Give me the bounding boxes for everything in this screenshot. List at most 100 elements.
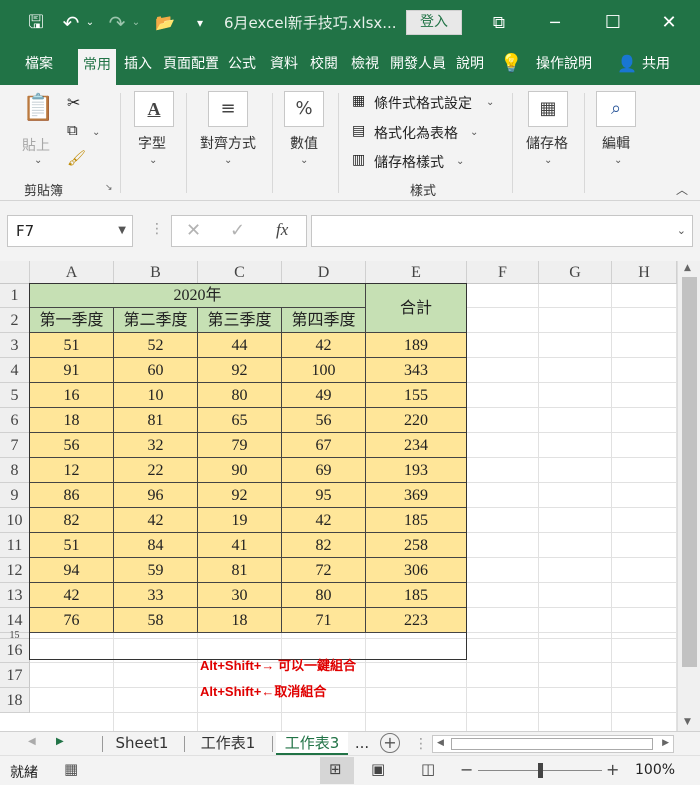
zoom-out-icon[interactable]: − (460, 760, 473, 779)
column-header[interactable]: E (366, 261, 467, 284)
total-cell[interactable]: 343 (366, 358, 467, 383)
column-header[interactable]: C (198, 261, 282, 284)
row-header[interactable]: 8 (0, 458, 30, 483)
customize-toolbar-icon[interactable]: ▾ (192, 8, 208, 38)
column-header[interactable]: B (114, 261, 198, 284)
minimize-icon[interactable]: ─ (540, 8, 570, 38)
paste-dropdown-icon[interactable]: ⌄ (34, 155, 42, 166)
cell-styles-dropdown-icon[interactable]: ⌄ (456, 156, 464, 167)
data-cell[interactable]: 95 (282, 483, 366, 508)
maximize-icon[interactable]: ☐ (598, 8, 628, 38)
row-header[interactable]: 3 (0, 333, 30, 358)
data-cell[interactable]: 81 (198, 558, 282, 583)
name-box[interactable]: F7 ▼ (7, 215, 133, 247)
select-all-corner[interactable] (0, 261, 30, 284)
data-cell[interactable]: 33 (114, 583, 198, 608)
collapse-ribbon-icon[interactable]: ︿ (676, 181, 688, 198)
data-cell[interactable]: 42 (114, 508, 198, 533)
tab-help[interactable]: 說明 (452, 47, 488, 85)
row-header[interactable]: 6 (0, 408, 30, 433)
data-cell[interactable]: 58 (114, 608, 198, 633)
insert-function-icon[interactable]: fx (276, 220, 288, 240)
tab-developer[interactable]: 開發人員 (388, 47, 448, 85)
tell-me-search[interactable]: 操作說明 (532, 47, 596, 85)
quarter-header-cell[interactable]: 第二季度 (114, 308, 198, 333)
data-cell[interactable]: 91 (30, 358, 114, 383)
data-cell[interactable]: 79 (198, 433, 282, 458)
search-icon[interactable]: ⌕ (596, 91, 636, 127)
conditional-formatting-dropdown-icon[interactable]: ⌄ (486, 97, 494, 108)
row-header[interactable]: 9 (0, 483, 30, 508)
conditional-formatting-button[interactable]: 條件式格式設定 (374, 93, 472, 113)
tab-insert[interactable]: 插入 (120, 47, 156, 85)
copy-dropdown-icon[interactable]: ⌄ (92, 127, 100, 138)
total-cell[interactable]: 189 (366, 333, 467, 358)
font-dropdown-icon[interactable]: ⌄ (149, 155, 157, 166)
scroll-down-icon[interactable]: ▼ (684, 717, 691, 727)
data-cell[interactable]: 92 (198, 358, 282, 383)
expand-formula-bar-icon[interactable]: ⌄ (677, 224, 686, 237)
scroll-left-icon[interactable]: ◀ (437, 738, 444, 748)
horizontal-scrollbar[interactable]: ◀ ▶ (432, 735, 674, 753)
ribbon-display-options-icon[interactable]: ⧉ (486, 8, 512, 38)
total-header-cell[interactable]: 合計 (366, 284, 467, 333)
total-cell[interactable]: 223 (366, 608, 467, 633)
data-cell[interactable]: 94 (30, 558, 114, 583)
data-cell[interactable]: 80 (198, 383, 282, 408)
year-header-cell[interactable]: 2020年 (30, 284, 366, 308)
total-cell[interactable]: 155 (366, 383, 467, 408)
name-box-dropdown-icon[interactable]: ▼ (118, 216, 126, 246)
total-cell[interactable]: 185 (366, 508, 467, 533)
data-cell[interactable]: 32 (114, 433, 198, 458)
paste-label[interactable]: 貼上 (22, 135, 50, 155)
data-cell[interactable]: 84 (114, 533, 198, 558)
page-layout-view-icon[interactable]: ▣ (371, 760, 385, 778)
splitter-grip-icon[interactable]: ⋮ (414, 736, 428, 752)
alignment-group-button[interactable]: 對齊方式 (200, 133, 256, 153)
percent-icon[interactable]: % (284, 91, 324, 127)
login-button[interactable]: 登入 (406, 10, 462, 35)
undo-dropdown-icon[interactable]: ⌄ (84, 8, 96, 38)
normal-view-button[interactable]: ⊞ (320, 757, 354, 784)
prev-sheet-icon[interactable]: ◀ (28, 736, 36, 747)
tab-page-layout[interactable]: 頁面配置 (160, 47, 222, 85)
more-sheets-button[interactable]: ... (352, 732, 372, 755)
formula-input[interactable]: ⌄ (311, 215, 693, 247)
zoom-level[interactable]: 100% (635, 762, 675, 778)
column-header[interactable]: A (30, 261, 114, 284)
data-cell[interactable]: 65 (198, 408, 282, 433)
alignment-icon[interactable]: ≡ (208, 91, 248, 127)
column-header[interactable]: G (539, 261, 612, 284)
total-cell[interactable]: 234 (366, 433, 467, 458)
row-header[interactable]: 7 (0, 433, 30, 458)
format-as-table-button[interactable]: 格式化為表格 (374, 123, 458, 143)
editing-group-button[interactable]: 編輯 (602, 133, 630, 153)
font-icon[interactable]: A (134, 91, 174, 127)
redo-icon[interactable]: ↷ (106, 8, 128, 38)
tab-view[interactable]: 檢視 (346, 47, 384, 85)
scroll-right-icon[interactable]: ▶ (662, 738, 669, 748)
data-cell[interactable]: 76 (30, 608, 114, 633)
data-cell[interactable]: 52 (114, 333, 198, 358)
data-cell[interactable]: 22 (114, 458, 198, 483)
row-header[interactable]: 4 (0, 358, 30, 383)
sheet-tab[interactable]: 工作表1 (188, 732, 268, 755)
column-header[interactable]: F (467, 261, 539, 284)
row-header[interactable]: 1 (0, 284, 30, 308)
vertical-scroll-thumb[interactable] (682, 277, 697, 667)
data-cell[interactable]: 30 (198, 583, 282, 608)
next-sheet-icon[interactable]: ▶ (56, 736, 64, 747)
quarter-header-cell[interactable]: 第一季度 (30, 308, 114, 333)
enter-icon[interactable]: ✓ (230, 220, 245, 241)
data-cell[interactable]: 72 (282, 558, 366, 583)
data-cell[interactable]: 90 (198, 458, 282, 483)
data-cell[interactable]: 100 (282, 358, 366, 383)
data-cell[interactable]: 42 (282, 333, 366, 358)
tab-data[interactable]: 資料 (265, 47, 303, 85)
save-icon[interactable]: 🖫 (24, 8, 48, 38)
cancel-icon[interactable]: ✕ (186, 220, 201, 241)
data-cell[interactable]: 92 (198, 483, 282, 508)
undo-icon[interactable]: ↶ (60, 8, 82, 38)
row-header[interactable]: 5 (0, 383, 30, 408)
total-cell[interactable]: 258 (366, 533, 467, 558)
